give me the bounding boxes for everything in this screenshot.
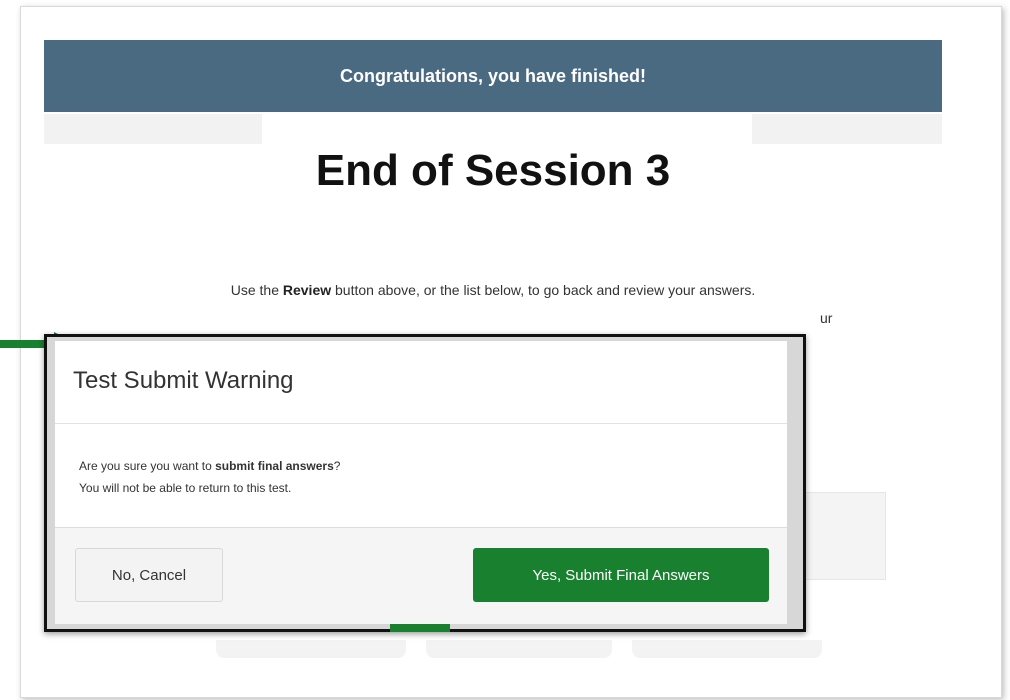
instructions-cut-line: ur [820,310,833,326]
page-title: End of Session 3 [315,146,671,195]
submit-final-answers-button[interactable]: Yes, Submit Final Answers [473,548,769,602]
dialog-footer: No, Cancel Yes, Submit Final Answers [55,527,787,624]
dialog-body-line1-bold: submit final answers [215,459,334,473]
dialog-title: Test Submit Warning [73,367,294,394]
bottom-tab-3[interactable] [632,640,822,658]
green-tab-indicator [390,624,450,632]
instructions-prefix: Use the [230,282,283,298]
nav-strip-right [752,114,942,144]
dialog-highlight-frame: Test Submit Warning Are you sure you wan… [44,334,806,632]
nav-strip-left [44,114,262,144]
bottom-tab-1[interactable] [216,640,406,658]
instructions-text: Use the Review button above, or the list… [44,282,942,298]
dialog-body: Are you sure you want to submit final an… [79,455,340,499]
dialog-body-line1-prefix: Are you sure you want to [79,459,216,473]
congratulations-banner: Congratulations, you have finished! [44,40,942,112]
test-submit-warning-dialog: Test Submit Warning Are you sure you wan… [55,341,787,624]
review-keyword: Review [282,282,332,298]
dialog-divider [55,423,787,424]
dialog-body-line2: You will not be able to return to this t… [79,481,292,495]
bottom-tab-2[interactable] [426,640,612,658]
dialog-body-line1: Are you sure you want to submit final an… [79,455,340,477]
instructions-suffix: button above, or the list below, to go b… [331,282,756,298]
banner-text: Congratulations, you have finished! [339,65,647,86]
cancel-button[interactable]: No, Cancel [75,548,223,602]
dialog-body-line1-suffix: ? [333,459,341,473]
